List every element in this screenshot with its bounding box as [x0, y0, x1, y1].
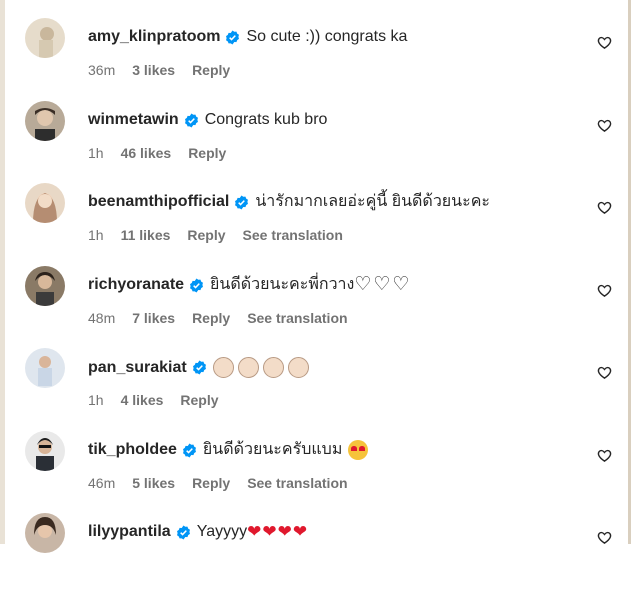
comment-username[interactable]: lilyypantila — [88, 522, 171, 542]
comment-item: beenamthipofficial น่ารักมากเลยอ่ะคู่นี้… — [0, 183, 631, 265]
heart-outline-icon[interactable] — [597, 283, 612, 298]
avatar[interactable] — [25, 266, 65, 306]
comment-item: winmetawin Congrats kub bro 1h 46 likes Re… — [0, 101, 631, 183]
outline-heart-emoji: ♡♡♡ — [354, 274, 412, 295]
heart-outline-icon[interactable] — [597, 118, 612, 133]
verified-badge-icon — [226, 29, 240, 45]
avatar[interactable] — [25, 513, 65, 553]
comment-item: amy_klinpratoom So cute :)) congrats ka … — [0, 18, 631, 100]
reply-button[interactable]: Reply — [192, 310, 230, 326]
avatar[interactable] — [25, 101, 65, 141]
comment-username[interactable]: winmetawin — [88, 110, 179, 130]
comment-time[interactable]: 36m — [88, 62, 115, 78]
comment-username[interactable]: tik_pholdee — [88, 440, 177, 460]
see-translation-link[interactable]: See translation — [243, 227, 343, 243]
heart-eyes-emoji — [348, 440, 369, 460]
comment-likes[interactable]: 7 likes — [132, 310, 175, 326]
see-translation-link[interactable]: See translation — [247, 475, 347, 491]
clapping-hands-emoji — [212, 357, 313, 378]
comment-item: lilyypantila Yayyyy ❤❤❤❤ — [0, 513, 631, 595]
verified-badge-icon — [235, 194, 249, 210]
comment-time[interactable]: 48m — [88, 310, 115, 326]
heart-outline-icon[interactable] — [597, 530, 612, 545]
reply-button[interactable]: Reply — [188, 145, 226, 161]
verified-badge-icon — [182, 442, 196, 458]
comment-text: Congrats kub bro — [204, 111, 328, 128]
heart-outline-icon[interactable] — [597, 200, 612, 215]
comment-likes[interactable]: 4 likes — [121, 392, 164, 408]
verified-badge-icon — [192, 360, 206, 375]
avatar[interactable] — [25, 431, 65, 471]
reply-button[interactable]: Reply — [180, 392, 218, 408]
avatar[interactable] — [25, 18, 65, 58]
comment-likes[interactable]: 11 likes — [121, 227, 171, 243]
comment-username[interactable]: pan_surakiat — [88, 358, 187, 378]
comment-time[interactable]: 1h — [88, 227, 104, 243]
comment-likes[interactable]: 3 likes — [132, 62, 175, 78]
heart-outline-icon[interactable] — [597, 448, 612, 463]
reply-button[interactable]: Reply — [192, 475, 230, 491]
avatar[interactable] — [25, 348, 65, 388]
comment-item: pan_surakiat 1h 4 likes Reply — [0, 348, 631, 430]
comment-username[interactable]: beenamthipofficial — [88, 192, 229, 212]
verified-badge-icon — [184, 112, 198, 128]
reply-button[interactable]: Reply — [187, 227, 225, 243]
comment-time[interactable]: 1h — [88, 392, 104, 408]
comment-text: ยินดีด้วยนะครับแบม — [202, 441, 343, 458]
comment-item: tik_pholdee ยินดีด้วยนะครับแบม 46m 5 like… — [0, 431, 631, 513]
comment-likes[interactable]: 46 likes — [121, 145, 172, 161]
comment-username[interactable]: amy_klinpratoom — [88, 27, 220, 47]
comment-text: Yayyyy — [196, 523, 248, 540]
verified-badge-icon — [190, 277, 204, 293]
comment-username[interactable]: richyoranate — [88, 275, 184, 295]
heart-outline-icon[interactable] — [597, 35, 612, 50]
see-translation-link[interactable]: See translation — [247, 310, 347, 326]
comment-likes[interactable]: 5 likes — [132, 475, 175, 491]
heart-outline-icon[interactable] — [597, 365, 612, 380]
comment-text: So cute :)) congrats ka — [246, 28, 408, 45]
avatar[interactable] — [25, 183, 65, 223]
comment-text: ยินดีด้วยนะคะพี่กวาง — [210, 276, 355, 293]
comment-item: richyoranate ยินดีด้วยนะคะพี่กวาง ♡♡♡ 48… — [0, 266, 631, 348]
comment-time[interactable]: 1h — [88, 145, 104, 161]
comment-time[interactable]: 46m — [88, 475, 115, 491]
red-heart-emoji: ❤❤❤❤ — [247, 522, 309, 541]
verified-badge-icon — [176, 524, 190, 540]
comment-text: น่ารักมากเลยอ่ะคู่นี้ ยินดีด้วยนะคะ — [255, 193, 490, 210]
reply-button[interactable]: Reply — [192, 62, 230, 78]
